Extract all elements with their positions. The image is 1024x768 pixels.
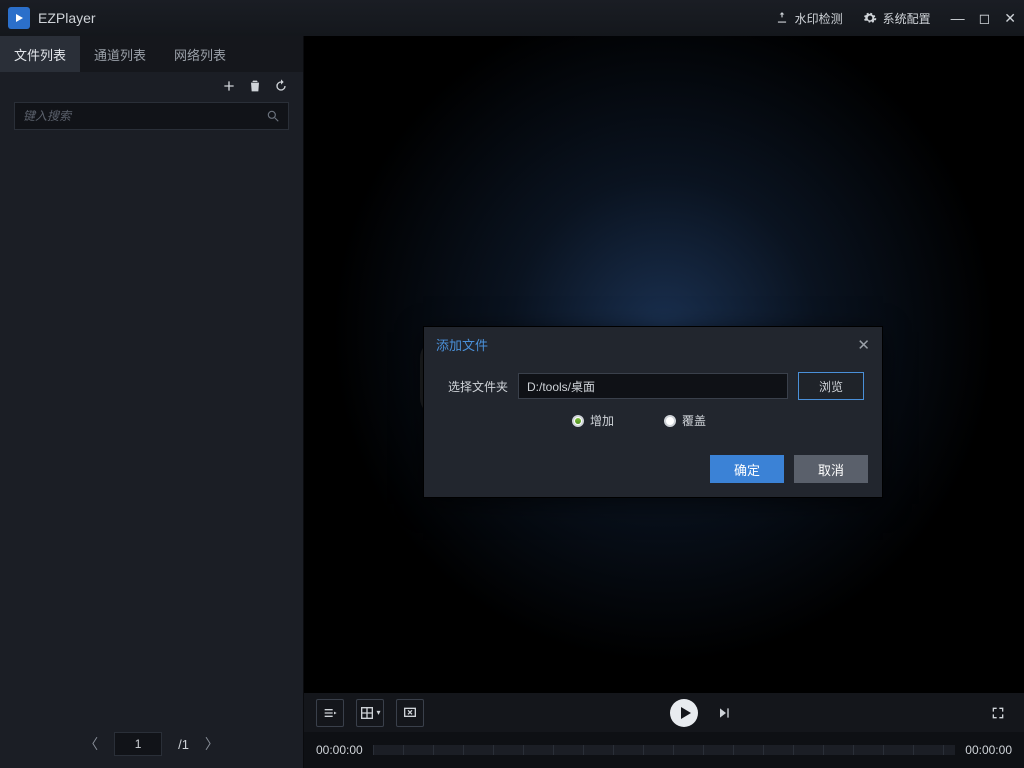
time-start: 00:00:00 xyxy=(316,743,363,757)
fullscreen-icon xyxy=(990,705,1006,721)
app-logo xyxy=(8,7,30,29)
time-end: 00:00:00 xyxy=(965,743,1012,757)
watermark-detect-label: 水印检测 xyxy=(795,10,843,27)
tab-file-list[interactable]: 文件列表 xyxy=(0,36,80,72)
search-input[interactable] xyxy=(23,109,266,123)
browse-button[interactable]: 浏览 xyxy=(798,372,864,400)
chevron-down-icon: ▾ xyxy=(376,708,380,717)
sidebar-tabs: 文件列表 通道列表 网络列表 xyxy=(0,36,303,72)
file-list-area xyxy=(0,138,303,720)
radio-dot-icon xyxy=(664,415,676,427)
add-icon[interactable] xyxy=(221,78,237,94)
pager: 〈 /1 〉 xyxy=(0,720,303,768)
dialog-close-button[interactable]: ✕ xyxy=(857,336,870,354)
ok-button[interactable]: 确定 xyxy=(710,455,784,483)
minimize-button[interactable]: — xyxy=(951,10,965,26)
step-forward-button[interactable] xyxy=(710,699,738,727)
grid-icon xyxy=(359,705,375,721)
pager-next[interactable]: 〉 xyxy=(205,734,219,754)
search-icon[interactable] xyxy=(266,109,280,123)
tab-network-list[interactable]: 网络列表 xyxy=(160,36,240,72)
cancel-button[interactable]: 取消 xyxy=(794,455,868,483)
step-forward-icon xyxy=(716,705,732,721)
titlebar: EZPlayer 水印检测 系统配置 — ◻ ✕ xyxy=(0,0,1024,36)
app-title: EZPlayer xyxy=(38,10,96,26)
folder-label: 选择文件夹 xyxy=(442,378,508,395)
refresh-icon[interactable] xyxy=(273,78,289,94)
timeline: 00:00:00 00:00:00 xyxy=(304,732,1024,768)
system-config-button[interactable]: 系统配置 xyxy=(853,0,941,36)
search-box[interactable] xyxy=(14,102,289,130)
timeline-track[interactable] xyxy=(373,745,956,755)
radio-dot-icon xyxy=(572,415,584,427)
playlist-toggle-button[interactable] xyxy=(316,699,344,727)
close-view-button[interactable] xyxy=(396,699,424,727)
delete-icon[interactable] xyxy=(247,78,263,94)
screen-x-icon xyxy=(402,705,418,721)
watermark-detect-button[interactable]: 水印检测 xyxy=(765,0,853,36)
playback-controls: ▾ xyxy=(304,692,1024,732)
tab-channel-list[interactable]: 通道列表 xyxy=(80,36,160,72)
fullscreen-button[interactable] xyxy=(984,699,1012,727)
layout-grid-button[interactable]: ▾ xyxy=(356,699,384,727)
folder-path-input[interactable] xyxy=(518,373,788,399)
radio-overwrite[interactable]: 覆盖 xyxy=(664,412,706,429)
maximize-button[interactable]: ◻ xyxy=(979,10,991,27)
gear-icon xyxy=(863,11,877,25)
sidebar: 文件列表 通道列表 网络列表 〈 /1 〉 xyxy=(0,36,304,768)
pager-total: /1 xyxy=(178,737,189,752)
user-upload-icon xyxy=(775,11,789,25)
pager-prev[interactable]: 〈 xyxy=(84,734,98,754)
system-config-label: 系统配置 xyxy=(883,10,931,27)
play-button[interactable] xyxy=(670,699,698,727)
close-button[interactable]: ✕ xyxy=(1004,10,1016,27)
dialog-title: 添加文件 xyxy=(436,335,488,354)
radio-add[interactable]: 增加 xyxy=(572,412,614,429)
list-icon xyxy=(322,705,338,721)
add-file-dialog: 添加文件 ✕ 选择文件夹 浏览 增加 覆盖 确定 取消 xyxy=(423,326,883,498)
pager-current-input[interactable] xyxy=(114,732,162,756)
